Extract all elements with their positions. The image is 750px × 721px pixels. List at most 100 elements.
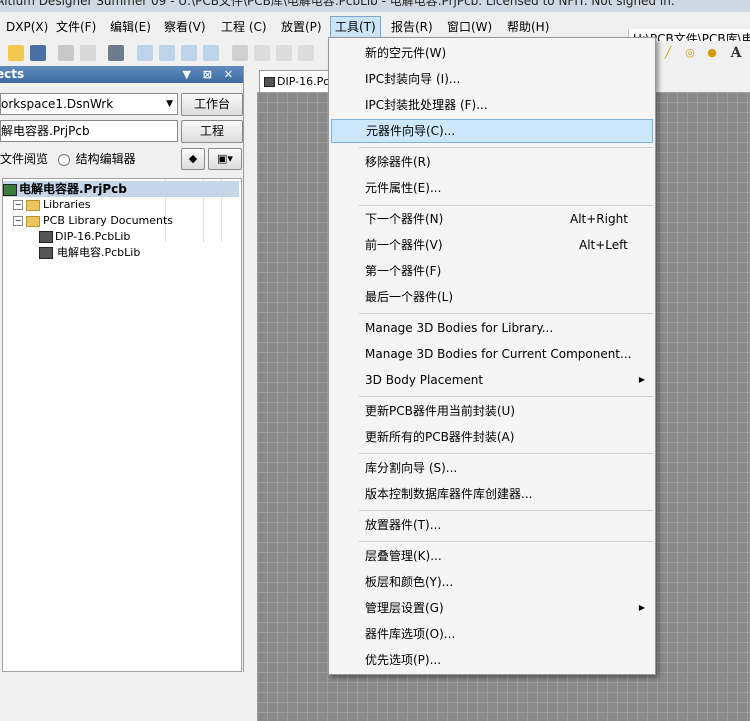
menu-item-label: 库分割向导 (S)...: [365, 461, 458, 475]
menu-item-label: 管理层设置(G): [365, 601, 444, 615]
3d-view-icon[interactable]: [108, 45, 124, 61]
menu-item-preferences[interactable]: 优先选项(P)...: [329, 649, 655, 671]
menu-item-manage-3d-library[interactable]: Manage 3D Bodies for Library...: [329, 317, 655, 339]
via-icon[interactable]: ●: [704, 45, 720, 61]
menu-edit[interactable]: 编辑(E): [106, 18, 155, 36]
view-mode-radios: 文件阅览 结构编辑器: [0, 150, 136, 168]
zoom-fit-icon[interactable]: [203, 45, 219, 61]
menu-item-component-wizard[interactable]: 元器件向导(C)...: [331, 119, 653, 143]
menu-tools[interactable]: 工具(T): [330, 16, 381, 38]
folder-icon: [26, 215, 40, 227]
zoom-out-icon[interactable]: [159, 45, 175, 61]
menu-reports[interactable]: 报告(R): [387, 18, 437, 36]
menu-item-ipc-wizard[interactable]: IPC封装向导 (I)...: [329, 68, 655, 90]
copy-icon[interactable]: [254, 45, 270, 61]
text-tool-icon[interactable]: A: [728, 45, 744, 61]
menu-window[interactable]: 窗口(W): [443, 18, 496, 36]
paste-icon[interactable]: [276, 45, 292, 61]
zoom-area-icon[interactable]: [181, 45, 197, 61]
menu-place[interactable]: 放置(P): [277, 18, 326, 36]
pcb-project-icon: [3, 183, 17, 196]
projects-panel-header: ects ▼ ⊠ ✕: [0, 66, 243, 83]
menu-item-label: 下一个器件(N): [365, 212, 444, 226]
menu-item-label: Manage 3D Bodies for Library...: [365, 321, 554, 335]
save-icon[interactable]: [30, 45, 46, 61]
menu-item-component-properties[interactable]: 元件属性(E)...: [329, 177, 655, 199]
open-folder-icon[interactable]: [8, 45, 24, 61]
struct-editor-label[interactable]: 结构编辑器: [76, 152, 136, 166]
menu-item-update-all-footprints[interactable]: 更新所有的PCB器件封装(A): [329, 426, 655, 448]
pcblib-file-icon: [39, 231, 53, 243]
select-icon[interactable]: [298, 45, 314, 61]
menu-item-label: 新的空元件(W): [365, 46, 447, 60]
menu-project[interactable]: 工程 (C): [217, 18, 271, 36]
line-icon[interactable]: ╱: [660, 45, 676, 61]
menu-item-remove-component[interactable]: 移除器件(R): [329, 151, 655, 173]
tree-doc-dip16[interactable]: DIP-16.PcbLib: [39, 229, 130, 245]
tree-libraries-row[interactable]: − Libraries: [13, 197, 91, 213]
pcblib-file-icon: [39, 247, 53, 259]
menu-separator: [359, 541, 653, 542]
menu-item-label: 最后一个器件(L): [365, 290, 454, 304]
submenu-arrow-icon: ▶: [638, 375, 645, 384]
tree-doc-capacitor[interactable]: 电解电容.PcbLib: [39, 245, 239, 261]
menu-item-label: IPC封装批处理器 (F)...: [365, 98, 488, 112]
print-preview-icon[interactable]: [80, 45, 96, 61]
project-field[interactable]: 解电容器.PrjPcb: [0, 120, 178, 142]
tree-project-row[interactable]: 电解电容器.PrjPcb: [3, 181, 239, 197]
menu-item-place-component[interactable]: 放置器件(T)...: [329, 514, 655, 536]
struct-editor-radio[interactable]: [57, 153, 70, 166]
menu-item-ipc-batch[interactable]: IPC封装批处理器 (F)...: [329, 94, 655, 116]
panel-title: ects: [0, 67, 25, 81]
menu-item-label: 元件属性(E)...: [365, 181, 442, 195]
tree-libraries-label: Libraries: [43, 198, 91, 211]
menu-item-prev-component[interactable]: 前一个器件(V) Alt+Left: [329, 234, 655, 256]
menu-item-shortcut: Alt+Left: [579, 238, 628, 252]
menu-item-last-component[interactable]: 最后一个器件(L): [329, 286, 655, 308]
zoom-in-icon[interactable]: [137, 45, 153, 61]
open-doc-menu-icon[interactable]: ▣▾: [208, 148, 242, 170]
menu-item-update-current-footprint[interactable]: 更新PCB器件用当前封装(U): [329, 400, 655, 422]
menu-help[interactable]: 帮助(H): [503, 18, 553, 36]
workspace-button[interactable]: 工作台: [181, 93, 243, 116]
cut-icon[interactable]: [232, 45, 248, 61]
menu-item-board-layers-colors[interactable]: 板层和颜色(Y)...: [329, 571, 655, 593]
menu-separator: [359, 453, 653, 454]
menu-item-label: 优先选项(P)...: [365, 653, 442, 667]
menu-separator: [359, 510, 653, 511]
menu-item-label: 更新所有的PCB器件封装(A): [365, 430, 515, 444]
menu-item-new-blank[interactable]: 新的空元件(W): [329, 42, 655, 64]
menu-item-label: 3D Body Placement: [365, 373, 484, 387]
menu-item-layer-sets[interactable]: 管理层设置(G) ▶: [329, 597, 655, 619]
collapse-icon[interactable]: −: [13, 200, 23, 210]
menu-dxp[interactable]: DXP(X): [2, 18, 52, 36]
menu-item-library-splitter[interactable]: 库分割向导 (S)...: [329, 457, 655, 479]
collapse-icon[interactable]: −: [13, 216, 23, 226]
menu-item-library-options[interactable]: 器件库选项(O)...: [329, 623, 655, 645]
tree-pcb-docs-row[interactable]: − PCB Library Documents: [13, 213, 173, 229]
project-tree: 电解电容器.PrjPcb − Libraries − PCB Library Doc…: [2, 178, 242, 672]
menu-item-label: 板层和颜色(Y)...: [365, 575, 454, 589]
menu-item-layer-stack-manager[interactable]: 层叠管理(K)...: [329, 545, 655, 567]
pad-icon[interactable]: ◎: [682, 45, 698, 61]
menu-item-label: 版本控制数据库器件库创建器...: [365, 487, 533, 501]
doc-tab-label: DIP-16.Pc: [277, 75, 330, 88]
project-button[interactable]: 工程: [181, 120, 243, 143]
menu-file[interactable]: 文件(F): [52, 18, 100, 36]
menu-view[interactable]: 察看(V): [160, 18, 210, 36]
tools-menu-dropdown: 新的空元件(W) IPC封装向导 (I)... IPC封装批处理器 (F)...…: [328, 37, 656, 675]
menu-item-first-component[interactable]: 第一个器件(F): [329, 260, 655, 282]
menu-item-label: 移除器件(R): [365, 155, 431, 169]
menu-item-vcs-library-maker[interactable]: 版本控制数据库器件库创建器...: [329, 483, 655, 505]
workspace-combo[interactable]: orkspace1.DsnWrk ▼: [0, 93, 178, 115]
menu-item-next-component[interactable]: 下一个器件(N) Alt+Right: [329, 208, 655, 230]
menu-item-3d-body-placement[interactable]: 3D Body Placement ▶: [329, 369, 655, 391]
submenu-arrow-icon: ▶: [638, 603, 645, 612]
panel-controls-icon[interactable]: ▼ ⊠ ✕: [182, 66, 237, 83]
menu-item-shortcut: Alt+Right: [570, 212, 628, 226]
print-icon[interactable]: [58, 45, 74, 61]
menu-item-manage-3d-current[interactable]: Manage 3D Bodies for Current Component..…: [329, 343, 655, 365]
layers-icon[interactable]: ◆: [181, 148, 205, 170]
doc-tab-dip16[interactable]: DIP-16.Pc: [259, 70, 337, 93]
view-file-label[interactable]: 文件阅览: [0, 152, 48, 166]
